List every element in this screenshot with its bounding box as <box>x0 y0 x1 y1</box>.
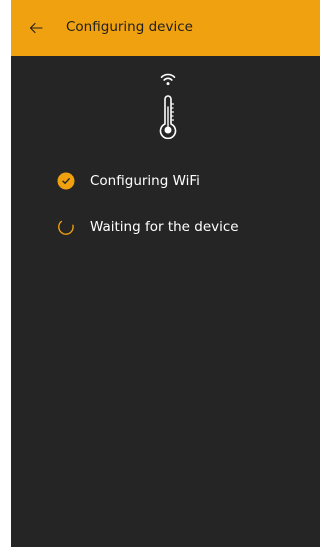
step-configuring-wifi: Configuring WiFi <box>57 170 307 192</box>
arrow-left-icon <box>29 22 43 34</box>
step-label: Waiting for the device <box>90 219 239 235</box>
wifi-icon <box>160 73 176 86</box>
app-bar: Configuring device <box>11 0 320 56</box>
check-circle-icon <box>57 172 75 190</box>
step-waiting-device: Waiting for the device <box>57 216 307 238</box>
spinner-icon <box>58 220 74 235</box>
device-illustration <box>11 56 320 156</box>
step-label: Configuring WiFi <box>90 173 200 189</box>
app-screen: Configuring device Configuring WiFi Wait… <box>11 0 320 547</box>
back-button[interactable] <box>21 13 51 43</box>
page-title: Configuring device <box>66 19 193 35</box>
thermometer-icon <box>159 95 177 140</box>
